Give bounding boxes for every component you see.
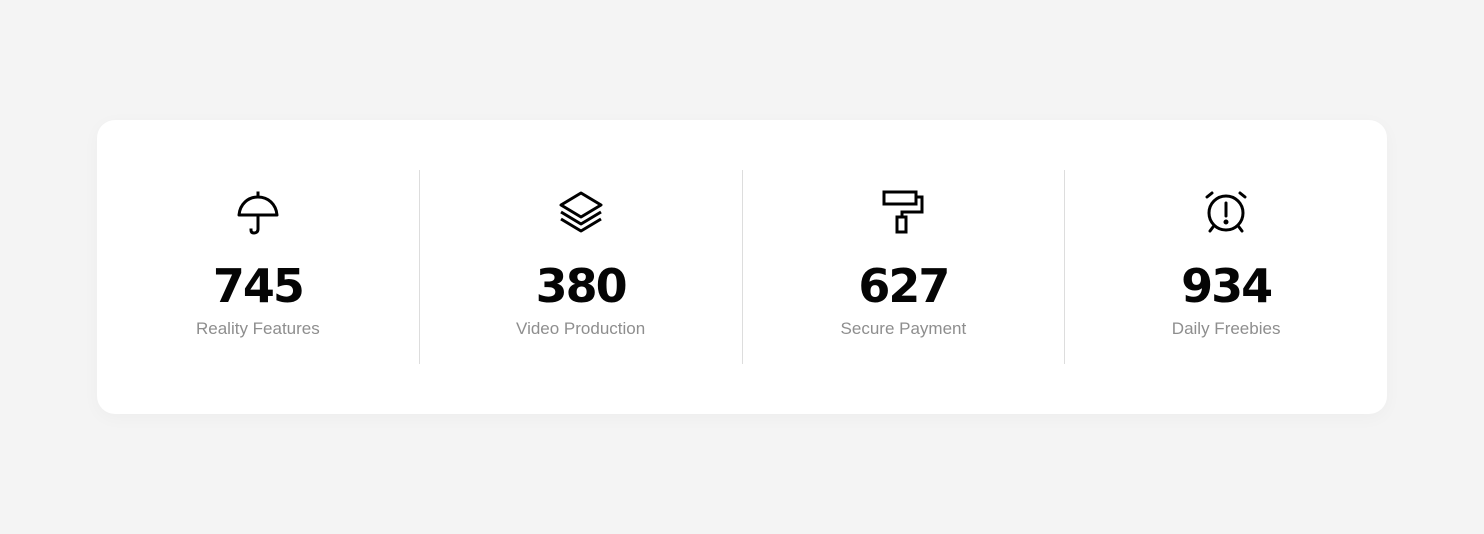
alarm-clock-icon: [1202, 188, 1250, 236]
stat-reality-features: 745 Reality Features: [97, 170, 419, 364]
stat-value: 627: [858, 259, 950, 313]
stat-label: Video Production: [516, 319, 646, 338]
paint-roller-icon: [879, 188, 927, 236]
stat-value: 380: [535, 259, 628, 313]
stat-daily-freebies: 934 Daily Freebies: [1064, 170, 1387, 364]
stat-value: 745: [212, 259, 305, 313]
umbrella-icon: [234, 188, 282, 236]
layers-icon: [557, 188, 605, 236]
stat-value: 934: [1181, 259, 1273, 313]
stat-label: Secure Payment: [840, 319, 967, 338]
stat-secure-payment: 627 Secure Payment: [741, 170, 1065, 364]
stats-card: 745 Reality Features 380 Video Productio…: [97, 120, 1387, 414]
stat-label: Daily Freebies: [1171, 319, 1281, 338]
stat-label: Reality Features: [195, 319, 320, 338]
stat-video-production: 380 Video Production: [418, 170, 742, 364]
